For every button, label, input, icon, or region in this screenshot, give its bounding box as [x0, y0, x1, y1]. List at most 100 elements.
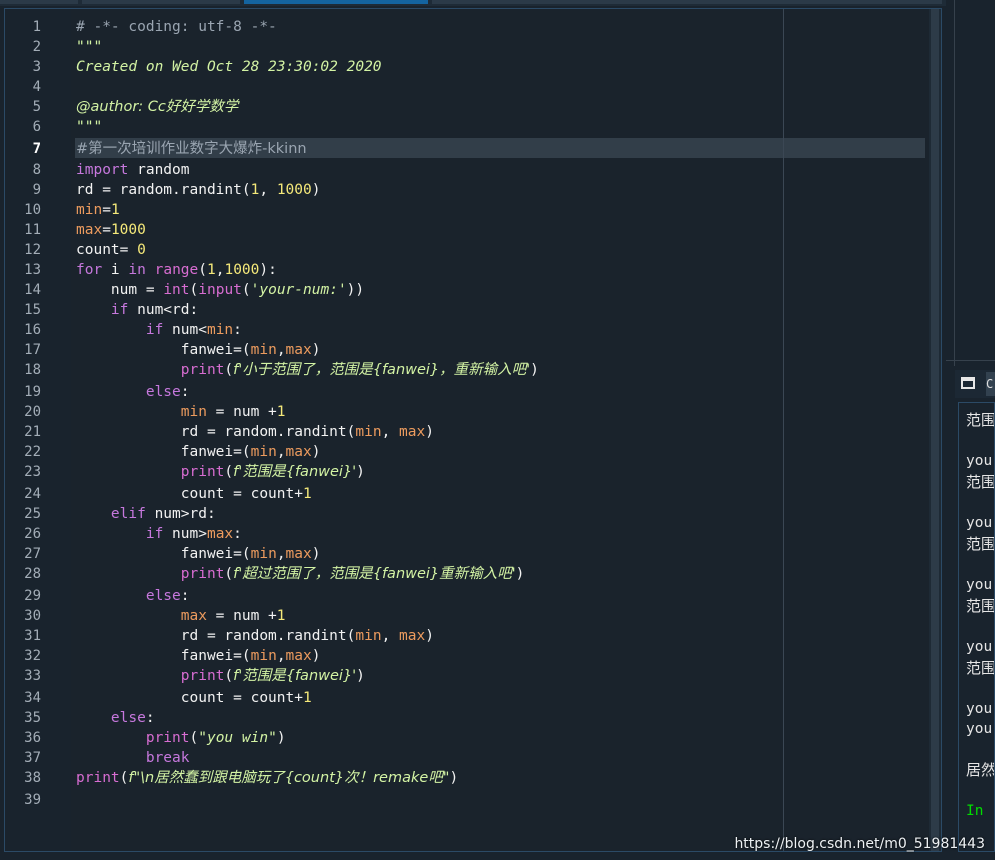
editor-tab[interactable]	[0, 0, 78, 4]
pane-divider[interactable]	[946, 360, 995, 361]
code-text: num =	[76, 282, 164, 298]
keyword-token: break	[76, 750, 190, 766]
builtin-name-token: max	[76, 608, 207, 624]
code-text: )	[356, 668, 365, 684]
code-line[interactable]: if num>max:	[76, 524, 242, 544]
code-line[interactable]: for i in range(1,1000):	[76, 260, 277, 280]
code-text: rd = random.randint(	[76, 182, 251, 198]
builtin-token: print	[76, 668, 225, 684]
number-token: 1000	[224, 262, 260, 278]
code-text: ,	[276, 444, 286, 460]
code-line[interactable]: else:	[76, 586, 190, 606]
editor-tab-bar	[0, 0, 995, 6]
keyword-token: else	[76, 384, 181, 400]
string-token: 'your-num:'	[250, 282, 347, 298]
code-text: (	[189, 282, 199, 298]
code-line[interactable]: @author: Cc好好学数学	[76, 97, 238, 117]
console-prompt[interactable]: In	[966, 803, 983, 819]
code-text: (	[224, 362, 234, 378]
number-token: 1	[276, 404, 286, 420]
string-token: f'范围是{fanwei}'	[233, 668, 357, 684]
code-text: ,	[259, 182, 277, 198]
console-output-line: you	[966, 721, 993, 737]
editor-tab[interactable]	[432, 0, 942, 4]
line-number: 26	[24, 526, 41, 542]
code-text: num>	[163, 526, 207, 542]
code-text: )	[530, 362, 539, 378]
code-line[interactable]: print("you win")	[76, 728, 286, 748]
number-token: 1	[110, 202, 120, 218]
keyword-token: if	[76, 526, 164, 542]
code-line[interactable]: fanwei=(min,max)	[76, 340, 321, 360]
code-line[interactable]: else:	[76, 382, 190, 402]
code-line[interactable]: print(f"\n居然蠢到跟电脑玩了{count}次！remake吧")	[76, 768, 458, 788]
code-line[interactable]: print(f'范围是{fanwei}')	[76, 462, 365, 482]
builtin-name-token: max	[285, 546, 312, 562]
code-line[interactable]: Created on Wed Oct 28 23:30:02 2020	[76, 57, 382, 77]
code-line[interactable]: min=1	[76, 200, 120, 220]
code-line[interactable]: fanwei=(min,max)	[76, 646, 321, 666]
code-line[interactable]: min = num +1	[76, 402, 286, 422]
line-number: 32	[24, 648, 41, 664]
code-line[interactable]: count = count+1	[76, 484, 312, 504]
line-number: 14	[24, 282, 41, 298]
code-line[interactable]: rd = random.randint(min, max)	[76, 626, 434, 646]
code-line[interactable]: elif num>rd:	[76, 504, 216, 524]
builtin-name-token: max	[76, 222, 103, 238]
code-text: )	[311, 444, 321, 460]
vertical-scrollbar[interactable]	[929, 9, 941, 851]
code-line[interactable]: max = num +1	[76, 606, 286, 626]
code-line[interactable]: """	[76, 117, 102, 137]
line-number: 38	[24, 770, 41, 786]
comment-token: #第一次培训作业数字大爆炸-kkinn	[76, 141, 307, 157]
code-line[interactable]: count = count+1	[76, 688, 312, 708]
code-line[interactable]: # -*- coding: utf-8 -*-	[76, 17, 277, 37]
line-number: 12	[24, 242, 41, 258]
code-line[interactable]: fanwei=(min,max)	[76, 442, 321, 462]
editor-tab-active[interactable]	[244, 0, 428, 4]
builtin-name-token: min	[250, 648, 277, 664]
console-tab[interactable]: C	[986, 372, 995, 396]
code-text: (	[224, 464, 234, 480]
code-line[interactable]: print(f'超过范围了，范围是{fanwei}重新输入吧')	[76, 564, 525, 584]
docstring-token: @author: Cc好好学数学	[76, 99, 239, 115]
code-line[interactable]: if num<rd:	[76, 300, 198, 320]
code-text: )	[311, 182, 321, 198]
console-output-line: 居然	[966, 761, 995, 779]
ipython-console[interactable]: 范围 you 范围 you 范围 you 范围 you 范围 you you 居…	[958, 402, 995, 852]
code-line[interactable]: count= 0	[76, 240, 146, 260]
code-line[interactable]: """	[76, 37, 102, 57]
code-text: )	[356, 464, 365, 480]
console-output-line: you	[966, 515, 993, 531]
scrollbar-thumb[interactable]	[931, 9, 939, 851]
code-line[interactable]: rd = random.randint(min, max)	[76, 422, 434, 442]
code-line[interactable]: fanwei=(min,max)	[76, 544, 321, 564]
code-line-current[interactable]: #第一次培训作业数字大爆炸-kkinn	[76, 139, 307, 159]
code-line[interactable]: print(f'小于范围了，范围是{fanwei}，重新输入吧')	[76, 360, 539, 380]
window-icon[interactable]	[961, 377, 975, 389]
code-line[interactable]: break	[76, 748, 190, 768]
console-output-line: 范围	[966, 473, 995, 491]
line-number: 28	[24, 566, 41, 582]
code-line[interactable]: rd = random.randint(1, 1000)	[76, 180, 320, 200]
line-number: 2	[32, 39, 41, 55]
line-number: 24	[24, 486, 41, 502]
editor-tab[interactable]	[82, 0, 240, 4]
builtin-name-token: max	[399, 424, 426, 440]
keyword-token: else	[76, 710, 146, 726]
code-line[interactable]: num = int(input('your-num:'))	[76, 280, 364, 300]
line-number: 6	[32, 119, 41, 135]
builtin-name-token: min	[76, 404, 207, 420]
pane-divider[interactable]	[954, 0, 955, 366]
string-token: f'小于范围了，范围是{fanwei}，重新输入吧'	[233, 362, 531, 378]
line-number: 30	[24, 608, 41, 624]
docstring-token: """	[76, 119, 103, 135]
code-text: rd = random.randint(	[76, 628, 356, 644]
code-line[interactable]: print(f'范围是{fanwei}')	[76, 666, 365, 686]
code-line[interactable]: import random	[76, 160, 190, 180]
code-line[interactable]: max=1000	[76, 220, 146, 240]
code-line[interactable]: else:	[76, 708, 155, 728]
code-text: )	[449, 770, 459, 786]
code-line[interactable]: if num<min:	[76, 320, 242, 340]
code-editor[interactable]: 1 2 3 4 5 6 7 8 9 10 11 12 13 14 15 16 1…	[4, 8, 942, 852]
